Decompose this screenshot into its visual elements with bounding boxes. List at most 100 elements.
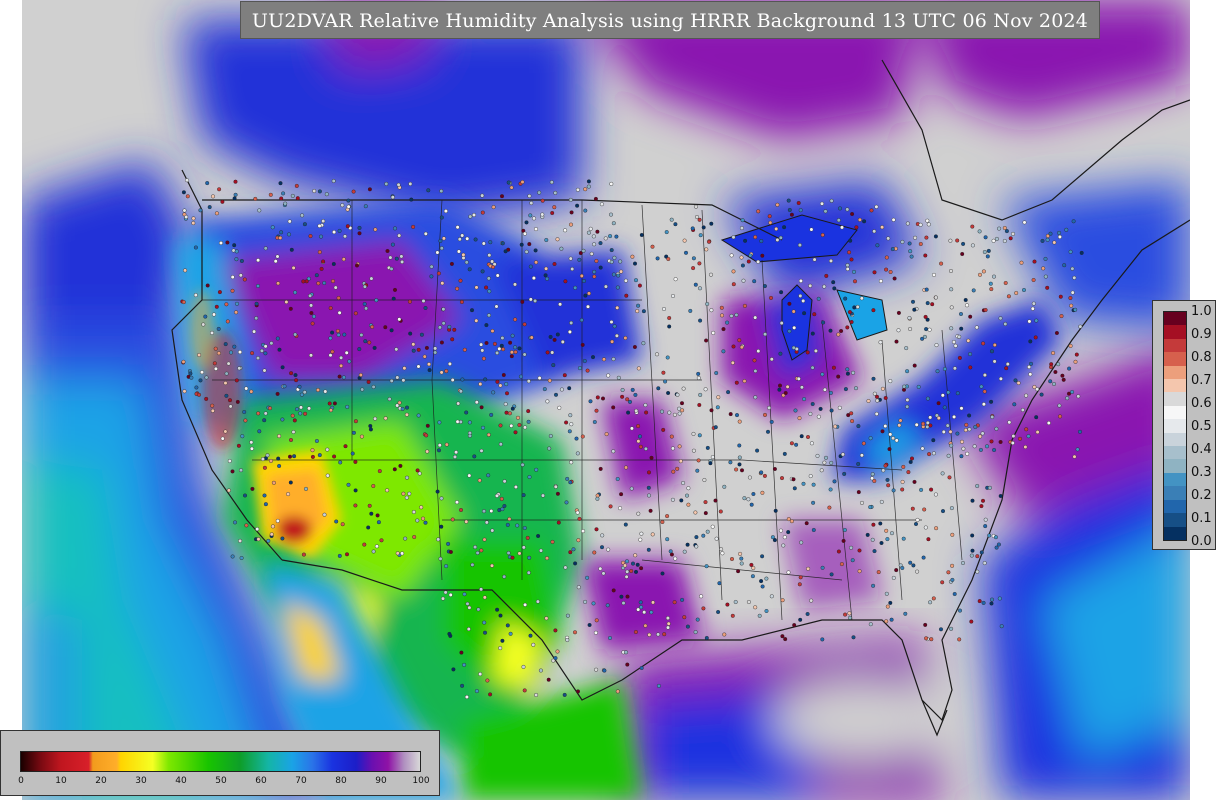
- observation-dot: [619, 594, 624, 599]
- observation-dot: [513, 430, 518, 435]
- observation-dot: [486, 473, 491, 478]
- observation-dot: [925, 424, 930, 429]
- observation-dot: [755, 448, 760, 453]
- observation-dot: [250, 486, 255, 491]
- observation-dot: [500, 638, 505, 643]
- observation-dot: [923, 622, 928, 627]
- observation-dot: [490, 329, 495, 334]
- observation-dot: [843, 387, 848, 392]
- observation-dot: [549, 180, 554, 185]
- observation-dot: [757, 613, 762, 618]
- obs-colorbar-segment: [1164, 365, 1186, 380]
- observation-dot: [981, 269, 986, 274]
- observation-dot: [389, 266, 394, 271]
- observation-dot: [522, 526, 527, 531]
- observation-dot: [886, 236, 891, 241]
- observation-dot: [563, 565, 568, 570]
- observation-dot: [524, 220, 529, 225]
- observation-dot: [454, 450, 459, 455]
- observation-dot: [703, 511, 708, 516]
- observation-dot: [495, 379, 500, 384]
- observation-dot: [809, 441, 814, 446]
- observation-dot: [634, 278, 639, 283]
- observation-dot: [474, 689, 479, 694]
- observation-dot: [857, 217, 862, 222]
- observation-dot: [551, 363, 556, 368]
- observation-dot: [242, 277, 247, 282]
- observation-dot: [715, 405, 720, 410]
- observation-dot: [836, 332, 841, 337]
- observation-dot: [850, 558, 855, 563]
- observation-dot: [606, 547, 611, 552]
- observation-dot: [729, 253, 734, 258]
- observation-dot: [950, 577, 955, 582]
- observation-dot: [721, 349, 726, 354]
- observation-dot: [347, 359, 352, 364]
- observation-dot: [522, 352, 527, 357]
- observation-dot: [933, 295, 938, 300]
- observation-dot: [473, 237, 478, 242]
- observation-dot: [1003, 322, 1008, 327]
- observation-dot: [875, 243, 880, 248]
- observation-dot: [522, 322, 527, 327]
- observation-dot: [989, 399, 994, 404]
- observation-dot: [581, 248, 586, 253]
- observation-dot: [880, 429, 885, 434]
- observation-dot: [468, 214, 473, 219]
- observation-dot: [931, 451, 936, 456]
- observation-dot: [467, 420, 472, 425]
- observation-dot: [746, 497, 751, 502]
- observation-dot: [314, 273, 319, 278]
- observation-dot: [292, 418, 297, 423]
- observation-dot: [310, 321, 315, 326]
- observation-dot: [270, 225, 275, 230]
- observation-dot: [924, 636, 929, 641]
- observation-dot: [808, 474, 813, 479]
- observation-dot: [369, 276, 374, 281]
- observation-dot: [682, 549, 687, 554]
- observation-dot: [1018, 436, 1023, 441]
- observation-dot: [1048, 379, 1053, 384]
- observation-dot: [218, 240, 223, 245]
- observation-dot: [875, 398, 880, 403]
- observation-dot: [458, 419, 463, 424]
- observation-dot: [855, 304, 860, 309]
- observation-dot: [458, 278, 463, 283]
- observation-dot: [998, 316, 1003, 321]
- observation-dot: [1045, 285, 1050, 290]
- observation-dot: [302, 222, 307, 227]
- observation-dot: [928, 415, 933, 420]
- observation-dot: [534, 693, 539, 698]
- observation-dot: [601, 571, 606, 576]
- observation-dot: [345, 552, 350, 557]
- observation-dot: [499, 496, 504, 501]
- observation-dot: [734, 312, 739, 317]
- observation-dot: [489, 412, 494, 417]
- observation-dot: [504, 382, 509, 387]
- observation-dot: [666, 621, 671, 626]
- observation-dot: [405, 475, 410, 480]
- observation-dot: [857, 569, 862, 574]
- observation-dot: [887, 447, 892, 452]
- observation-dot: [665, 514, 670, 519]
- observation-dot: [667, 324, 672, 329]
- observation-dot: [760, 253, 765, 258]
- observation-dot: [372, 345, 377, 350]
- observation-dot: [997, 226, 1002, 231]
- observation-dot: [270, 524, 275, 529]
- observation-dot: [532, 216, 537, 221]
- observation-dot: [408, 331, 413, 336]
- observation-dot: [207, 205, 212, 210]
- observation-dot: [298, 411, 303, 416]
- observation-dot: [948, 238, 953, 243]
- observation-dot: [401, 378, 406, 383]
- observation-dot: [742, 303, 747, 308]
- observation-dot: [509, 354, 514, 359]
- observation-dot: [717, 581, 722, 586]
- observation-dot: [569, 320, 574, 325]
- observation-dot: [451, 667, 456, 672]
- rh-tick: 80: [335, 776, 347, 786]
- observation-dot: [508, 340, 513, 345]
- observation-dot: [256, 537, 261, 542]
- observation-dot: [357, 231, 362, 236]
